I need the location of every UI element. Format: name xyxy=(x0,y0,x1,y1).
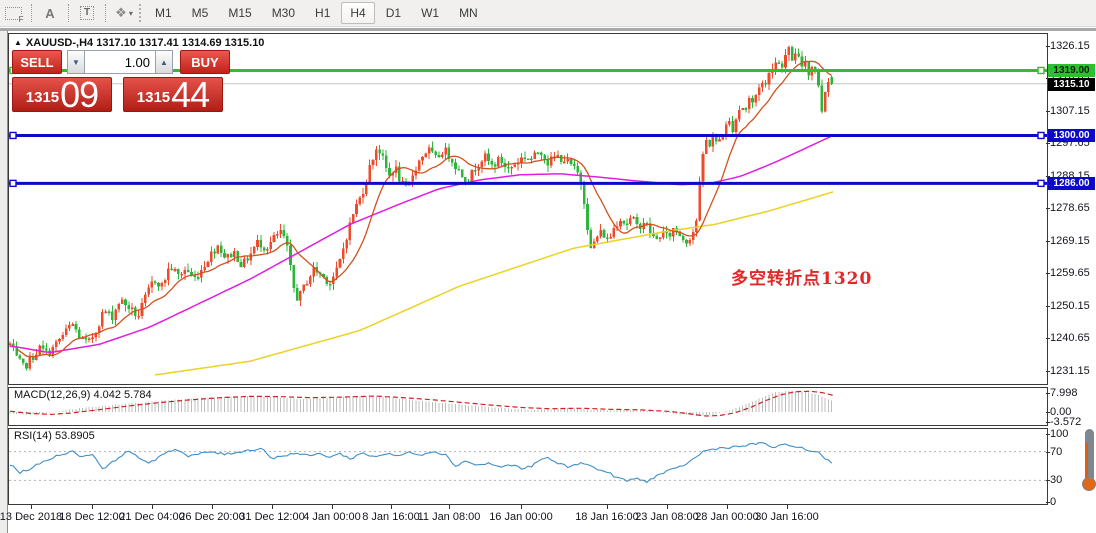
price-tick-mark xyxy=(1046,273,1050,274)
rsi-tick-mark xyxy=(1046,452,1050,453)
time-tick-mark xyxy=(391,505,392,509)
price-tick-mark xyxy=(1046,338,1050,339)
mt4-window: F A T ❖ ▾ M1 M5 M15 M30 H1 H4 D1 W1 MN ▲… xyxy=(0,0,1096,533)
time-tick-mark xyxy=(152,505,153,509)
toolbar-separator xyxy=(105,4,106,22)
sell-price-small: 1315 xyxy=(25,89,60,106)
macd-label: MACD(12,26,9) 4.042 5.784 xyxy=(14,389,152,401)
rsi-tick-label: 0 xyxy=(1046,496,1096,508)
price-tick-label: 1259.65 xyxy=(1046,267,1096,279)
volume-input[interactable] xyxy=(85,50,155,74)
time-tick-mark xyxy=(667,505,668,509)
time-tick-mark xyxy=(727,505,728,509)
sell-quote-box[interactable]: 1315 09 xyxy=(12,74,112,115)
macd-tick-mark xyxy=(1046,393,1050,394)
macd-tick-label: 7.998 xyxy=(1046,387,1096,399)
price-tick-mark xyxy=(1046,371,1050,372)
thermometer-fill xyxy=(1085,443,1088,479)
price-tick-mark xyxy=(1046,241,1050,242)
time-tick-mark xyxy=(212,505,213,509)
price-tick-mark xyxy=(1046,208,1050,209)
volume-up-button[interactable]: ▲ xyxy=(155,50,173,74)
time-tick-mark xyxy=(607,505,608,509)
current-price-label: 1315.10 xyxy=(1048,78,1095,91)
snap-diamond-icon[interactable]: ❖ ▾ xyxy=(113,2,135,24)
price-tick-mark xyxy=(1046,306,1050,307)
support2-price-label: 1286.00 xyxy=(1048,177,1095,190)
text-label-icon[interactable]: T xyxy=(76,2,98,24)
tf-w1[interactable]: W1 xyxy=(412,2,448,24)
toolbar-grip[interactable] xyxy=(139,4,141,22)
chart-title: ▲ XAUUSD-,H4 1317.10 1317.41 1314.69 1315… xyxy=(14,37,265,49)
price-tick-label: 1269.15 xyxy=(1046,235,1096,247)
buy-price-big: 44 xyxy=(171,74,210,115)
buy-quote-box[interactable]: 1315 44 xyxy=(123,74,223,115)
sell-button[interactable]: SELL xyxy=(12,50,62,74)
tf-mn[interactable]: MN xyxy=(450,2,487,24)
time-tick-mark xyxy=(272,505,273,509)
chevron-down-icon[interactable]: ▾ xyxy=(129,9,133,18)
support1-price-label: 1300.00 xyxy=(1048,129,1095,142)
toolbar-separator xyxy=(31,4,32,22)
tf-d1[interactable]: D1 xyxy=(377,2,410,24)
tf-m5[interactable]: M5 xyxy=(183,2,218,24)
time-tick-mark xyxy=(92,505,93,509)
time-tick-mark xyxy=(332,505,333,509)
tf-m30[interactable]: M30 xyxy=(263,2,304,24)
time-tick-mark xyxy=(449,505,450,509)
time-tick-mark xyxy=(31,505,32,509)
volume-down-button[interactable]: ▼ xyxy=(67,50,85,74)
tf-m15[interactable]: M15 xyxy=(219,2,260,24)
rsi-label: RSI(14) 53.8905 xyxy=(14,430,95,442)
toolbar: F A T ❖ ▾ M1 M5 M15 M30 H1 H4 D1 W1 MN xyxy=(0,0,1096,27)
rsi-tick-mark xyxy=(1046,434,1050,435)
left-edge-strip xyxy=(0,31,8,533)
macd-tick-mark xyxy=(1046,422,1050,423)
macd-tick-label: -3.572 xyxy=(1046,416,1096,428)
price-tick-mark xyxy=(1046,111,1050,112)
time-tick-mark xyxy=(787,505,788,509)
thermometer-icon xyxy=(1082,429,1096,495)
time-tick-label: 30 Jan 16:00 xyxy=(749,505,825,523)
resistance-price-label: 1319.00 xyxy=(1048,64,1095,77)
time-tick-label: 11 Jan 08:00 xyxy=(411,505,487,523)
buy-price-small: 1315 xyxy=(136,89,171,106)
chart-annotation-text: 多空转折点1320 xyxy=(731,269,873,289)
tf-h1[interactable]: H1 xyxy=(306,2,339,24)
price-tick-mark xyxy=(1046,46,1050,47)
sell-price-big: 09 xyxy=(60,74,99,115)
macd-pane[interactable] xyxy=(8,387,1048,426)
price-tick-label: 1231.15 xyxy=(1046,365,1096,377)
toolbar-separator xyxy=(68,4,69,22)
toolbar-icon-group: F A T ❖ ▾ xyxy=(0,0,145,26)
frame-f-icon[interactable]: F xyxy=(2,2,25,24)
annotate-a-icon[interactable]: A xyxy=(39,2,61,24)
macd-tick-mark xyxy=(1046,412,1050,413)
thermometer-bulb xyxy=(1082,477,1096,491)
collapse-triangle-icon[interactable]: ▲ xyxy=(14,38,22,47)
one-click-trading-panel: SELL ▼ ▲ BUY 1315 09 1315 44 xyxy=(12,50,230,115)
price-tick-label: 1326.15 xyxy=(1046,40,1096,52)
rsi-tick-mark xyxy=(1046,480,1050,481)
timeframe-buttons: M1 M5 M15 M30 H1 H4 D1 W1 MN xyxy=(145,0,488,26)
buy-button[interactable]: BUY xyxy=(180,50,230,74)
time-tick-mark xyxy=(521,505,522,509)
tf-m1[interactable]: M1 xyxy=(146,2,181,24)
tf-h4[interactable]: H4 xyxy=(341,2,375,24)
time-tick-label: 16 Jan 00:00 xyxy=(483,505,559,523)
rsi-tick-mark xyxy=(1046,502,1050,503)
rsi-pane[interactable] xyxy=(8,428,1048,505)
price-tick-label: 1307.15 xyxy=(1046,105,1096,117)
toolbar-shadow-band xyxy=(0,28,1096,31)
price-tick-label: 1278.65 xyxy=(1046,202,1096,214)
price-tick-label: 1240.65 xyxy=(1046,332,1096,344)
price-tick-mark xyxy=(1046,143,1050,144)
price-tick-label: 1250.15 xyxy=(1046,300,1096,312)
